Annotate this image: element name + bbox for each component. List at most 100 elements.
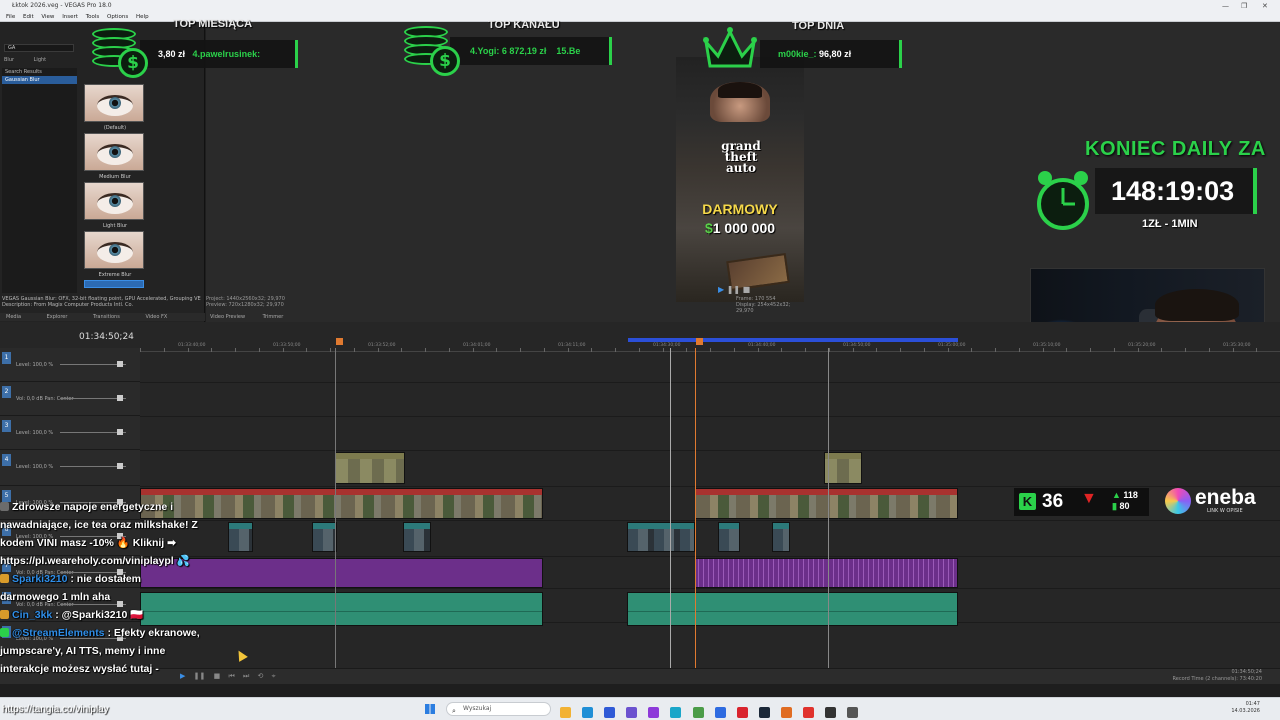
track-level-knob[interactable] bbox=[117, 463, 123, 469]
obs-icon[interactable] bbox=[825, 707, 837, 718]
track-level-knob[interactable] bbox=[117, 395, 123, 401]
preset-thumb-light[interactable]: Light Blur bbox=[84, 182, 144, 229]
tab-trimmer[interactable]: Trimmer bbox=[263, 314, 284, 320]
video-clip[interactable] bbox=[627, 522, 695, 552]
marker-line bbox=[828, 348, 829, 668]
timer-rate: 1ZŁ - 1MIN bbox=[1142, 218, 1198, 230]
tab-video-preview[interactable]: Video Preview bbox=[210, 314, 245, 320]
preset-thumb-selected[interactable] bbox=[84, 280, 144, 288]
taskbar-search-input[interactable]: ⌕ Wyszukaj bbox=[446, 702, 551, 716]
record-time: Record Time (2 channels): 73:40:20 bbox=[1172, 676, 1262, 682]
track-level-knob[interactable] bbox=[117, 361, 123, 367]
menu-edit[interactable]: Edit bbox=[23, 12, 34, 22]
file-explorer-icon[interactable] bbox=[560, 707, 571, 718]
menu-view[interactable]: View bbox=[41, 12, 54, 22]
track-number: 4 bbox=[2, 454, 11, 466]
tab-video-fx[interactable]: Video FX bbox=[145, 314, 167, 320]
preview-dock-tabs: Video Preview Trimmer bbox=[206, 313, 1030, 321]
chat-line: nawadniające, ice tea oraz milkshake! Z bbox=[0, 519, 198, 531]
marker-flag[interactable] bbox=[696, 338, 703, 345]
preset-thumb-extreme[interactable]: Extreme Blur bbox=[84, 231, 144, 278]
loop-region-bar[interactable] bbox=[628, 338, 958, 342]
kick-stats-box: K 36 ▼ ▲ 118 ▮ 80 bbox=[1014, 488, 1149, 516]
top-channel-title: TOP KANAŁU bbox=[488, 19, 560, 31]
audio-clip[interactable] bbox=[627, 592, 958, 626]
app-icon[interactable] bbox=[736, 707, 748, 718]
preview-transport: ▶ ❚❚ ■ bbox=[718, 285, 750, 294]
arrow-down-icon: ▼ bbox=[1081, 490, 1097, 507]
menu-tools[interactable]: Tools bbox=[86, 12, 100, 22]
preview-play-icon[interactable]: ▶ bbox=[718, 285, 724, 294]
track-header[interactable]: 2 Vol: 0,0 dB Pan: Center bbox=[0, 382, 140, 416]
playhead[interactable] bbox=[670, 348, 671, 668]
track-divider bbox=[140, 450, 1280, 451]
preset-thumb-default[interactable]: (Default) bbox=[84, 84, 144, 131]
top-day-title: TOP DNIA bbox=[792, 20, 845, 32]
teams-icon[interactable] bbox=[626, 707, 638, 718]
fx-category-tabs: Blur Light bbox=[4, 57, 64, 63]
preview-stop-icon[interactable]: ■ bbox=[743, 285, 751, 294]
marker-flag[interactable] bbox=[336, 338, 343, 345]
top-day-box: m00kie_: 96,80 zł bbox=[760, 40, 902, 68]
app-icon[interactable] bbox=[714, 707, 726, 718]
fx-tab-light[interactable]: Light bbox=[34, 57, 46, 63]
tab-media[interactable]: Media bbox=[6, 314, 21, 320]
track-divider bbox=[140, 556, 1280, 557]
close-icon[interactable]: ✕ bbox=[1262, 0, 1268, 12]
minimize-icon[interactable]: — bbox=[1222, 0, 1229, 12]
mail-icon[interactable] bbox=[604, 707, 616, 718]
track-level: Level: 100,0 % bbox=[16, 362, 54, 368]
track-divider bbox=[140, 486, 1280, 487]
menu-options[interactable]: Options bbox=[107, 12, 128, 22]
next-frame-icon[interactable]: ⏭ bbox=[243, 672, 249, 680]
crown-icon bbox=[703, 27, 757, 68]
maximize-icon[interactable]: ❐ bbox=[1241, 0, 1247, 12]
video-clip[interactable] bbox=[312, 522, 337, 552]
menu-help[interactable]: Help bbox=[136, 12, 149, 22]
track-header[interactable]: 1 Level: 100,0 % bbox=[0, 348, 140, 382]
chat-line: Cin_3kk : @Sparki3210 🇵🇱 bbox=[0, 606, 230, 624]
app-icon[interactable] bbox=[692, 707, 704, 718]
video-clip[interactable] bbox=[772, 522, 790, 552]
track-header[interactable]: 4 Level: 100,0 % bbox=[0, 450, 140, 486]
track-level-knob[interactable] bbox=[117, 429, 123, 435]
fx-tab-blur[interactable]: Blur bbox=[4, 57, 14, 63]
video-face bbox=[710, 82, 770, 122]
snap-icon[interactable]: ⌖ bbox=[272, 672, 276, 680]
video-clip[interactable] bbox=[403, 522, 431, 552]
video-clip[interactable] bbox=[718, 522, 740, 552]
left-dock-tabs: Media Explorer Transitions Video FX bbox=[0, 313, 205, 321]
edge-icon[interactable] bbox=[582, 707, 594, 718]
track-divider bbox=[140, 382, 1280, 383]
search-icon: ⌕ bbox=[452, 707, 456, 715]
track-header[interactable]: 3 Level: 100,0 % bbox=[0, 416, 140, 450]
preview-preview-line: Preview: 720x1280x32; 29,970 bbox=[206, 302, 284, 308]
fx-search-input[interactable]: GA bbox=[4, 44, 74, 52]
windows-start-icon[interactable] bbox=[425, 704, 435, 714]
loop-icon[interactable]: ⟲ bbox=[258, 672, 264, 680]
steam-icon[interactable] bbox=[758, 707, 770, 718]
fx-list-item-gaussian-blur[interactable]: Gaussian Blur bbox=[2, 76, 77, 84]
video-clip[interactable] bbox=[824, 452, 862, 484]
video-clip[interactable] bbox=[335, 452, 405, 484]
tab-transitions[interactable]: Transitions bbox=[93, 314, 120, 320]
app-icon[interactable] bbox=[803, 707, 815, 718]
video-clip[interactable] bbox=[228, 522, 253, 552]
preview-pause-icon[interactable]: ❚❚ bbox=[727, 285, 740, 294]
coins-icon: $ bbox=[404, 26, 464, 86]
vegas-icon[interactable] bbox=[780, 707, 792, 718]
app-icon[interactable] bbox=[648, 707, 660, 718]
audio-clip-waveform[interactable] bbox=[695, 558, 958, 588]
menu-insert[interactable]: Insert bbox=[62, 12, 78, 22]
track-divider bbox=[140, 588, 1280, 589]
app-icon[interactable] bbox=[670, 707, 682, 718]
tab-explorer[interactable]: Explorer bbox=[47, 314, 68, 320]
preset-label: Extreme Blur bbox=[98, 272, 132, 278]
system-clock[interactable]: 01:47 14.03.2026 bbox=[1231, 701, 1260, 715]
preset-thumb-medium[interactable]: Medium Blur bbox=[84, 133, 144, 180]
stream-chat: Zdrowsze napoje energetyczne i nawadniaj… bbox=[0, 498, 230, 678]
video-clip[interactable] bbox=[695, 488, 958, 519]
app-icon[interactable] bbox=[847, 707, 859, 718]
menu-file[interactable]: File bbox=[6, 12, 15, 22]
edit-cursor[interactable] bbox=[695, 348, 696, 668]
